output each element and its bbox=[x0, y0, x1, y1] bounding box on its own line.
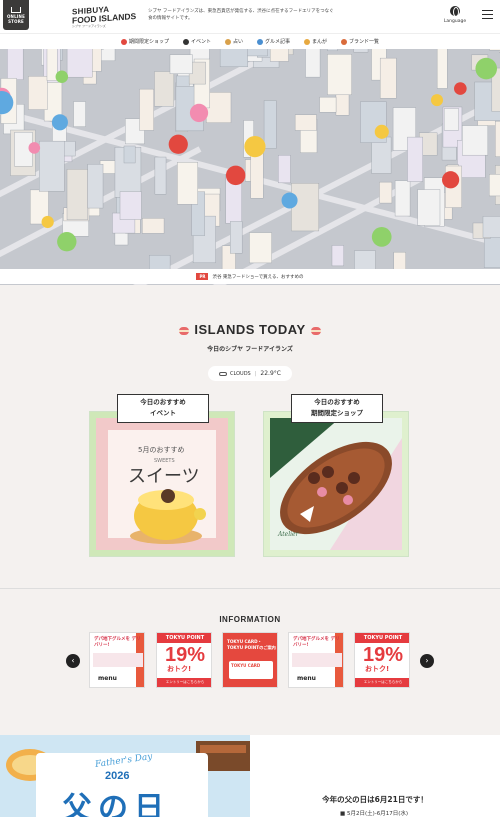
banner-heading: TOKYU POINT bbox=[157, 633, 211, 643]
nav-label: ブランド一覧 bbox=[349, 39, 380, 45]
nav-item-manga[interactable]: まんが bbox=[304, 38, 327, 45]
nav-item-brands[interactable]: ブランド一覧 bbox=[341, 38, 379, 45]
banner-footer: エントリーはこちらから bbox=[157, 678, 211, 687]
city-map-image bbox=[0, 49, 500, 285]
hero-caption-text: 渋谷 東急フードショーで買える、おすすめの bbox=[212, 274, 304, 280]
nav-label: 期間限定ショップ bbox=[128, 39, 169, 45]
recommend-card-event[interactable]: 今日のおすすめ イベント 5月のおすすめ SWEETS スイーツ bbox=[89, 394, 235, 557]
globe-icon bbox=[450, 6, 460, 17]
store-badge-line2: STORE bbox=[8, 18, 24, 24]
card-label: 今日のおすすめ イベント bbox=[117, 394, 209, 423]
gourmet-icon bbox=[257, 38, 263, 45]
online-store-badge[interactable]: ONLINE STORE bbox=[3, 0, 29, 30]
pr-tag: PR bbox=[196, 273, 209, 280]
banner-footer: エントリーはこちらから bbox=[355, 678, 409, 687]
banner-tokyu-card[interactable]: TOKYU CARD・TOKYU POINTのご案内 TOKYU CARD bbox=[222, 632, 278, 688]
banner-depa-delivery[interactable]: デパ地下グルメを デリバリー! menu bbox=[288, 632, 344, 688]
chevron-right-icon: › bbox=[425, 656, 429, 665]
sweets-month-text: 5月のおすすめ bbox=[138, 446, 184, 454]
chevron-left-icon: ‹ bbox=[71, 656, 75, 665]
carousel-prev-button[interactable]: ‹ bbox=[66, 654, 80, 668]
nav-item-fortune[interactable]: 占い bbox=[224, 38, 243, 45]
cart-icon bbox=[11, 6, 21, 13]
card-label-top: 今日のおすすめ bbox=[140, 398, 186, 406]
information-title: INFORMATION bbox=[219, 615, 281, 624]
banner-card-image: TOKYU CARD bbox=[229, 661, 273, 679]
language-button[interactable]: Language bbox=[443, 6, 467, 28]
site-logo[interactable]: SHIBUYA FOOD ISLANDS シブヤ フードアイランズ bbox=[72, 5, 142, 31]
card-label: 今日のおすすめ 期間限定ショップ bbox=[291, 394, 383, 423]
banner-logos bbox=[292, 653, 342, 667]
nav-label: まんが bbox=[312, 39, 328, 45]
fathers-day-big: 父の日 bbox=[62, 791, 170, 817]
nav-item-limited-shop[interactable]: 期間限定ショップ bbox=[120, 38, 169, 45]
section-title: ISLANDS TODAY bbox=[0, 322, 500, 337]
language-label: Language bbox=[443, 19, 467, 24]
banner-depa-delivery[interactable]: デパ地下グルメを デリバリー! menu bbox=[89, 632, 145, 688]
site-header: ONLINE STORE SHIBUYA FOOD ISLANDS シブヤ フー… bbox=[0, 0, 500, 33]
hero-city-illustration[interactable] bbox=[0, 49, 500, 285]
nav-label: 占い bbox=[232, 39, 243, 45]
shop-icon bbox=[120, 38, 127, 45]
nav-item-event[interactable]: イベント bbox=[182, 38, 211, 45]
banner-otoku: おトク! bbox=[167, 665, 192, 673]
weather-label: CLOUDS bbox=[230, 370, 251, 377]
banner-otoku: おトク! bbox=[365, 665, 390, 673]
recommend-card-limited-shop[interactable]: 今日のおすすめ 期間限定ショップ Atelier bbox=[263, 394, 409, 557]
nav-label: グルメ記事 bbox=[265, 39, 291, 45]
brands-icon bbox=[341, 38, 348, 45]
banner-logos bbox=[93, 653, 143, 667]
banner-brand: menu bbox=[297, 675, 316, 682]
card-kind: イベント bbox=[150, 409, 176, 417]
nav-label: イベント bbox=[190, 39, 211, 45]
sweets-big-text: スイーツ bbox=[128, 466, 200, 487]
islands-today-section: ISLANDS TODAY 今日のシブヤ フードアイランズ CLOUDS | 2… bbox=[0, 285, 500, 588]
atelier-text: Atelier bbox=[277, 531, 300, 538]
cloud-icon bbox=[219, 371, 228, 376]
carousel-next-button[interactable]: › bbox=[420, 654, 434, 668]
fathers-day-year: 2026 bbox=[105, 770, 130, 782]
sweets-en-text: SWEETS bbox=[154, 458, 175, 464]
banner-heading: デパ地下グルメを デリバリー! bbox=[94, 637, 141, 648]
promo-text: 今年の父の日は6月21日です！ ■ 5月2日(土)-6月17日(水) bbox=[250, 735, 500, 817]
section-subtitle: 今日のシブヤ フードアイランズ bbox=[207, 346, 293, 353]
fathers-day-image: Father's Day 2026 父の日 bbox=[0, 735, 250, 817]
banner-heading: TOKYU POINT bbox=[355, 633, 409, 643]
weather-pill: CLOUDS | 22.9°C bbox=[208, 366, 292, 381]
banner-brand: menu bbox=[98, 675, 117, 682]
macaron-icon bbox=[179, 326, 190, 335]
chocolate-tray-image: Atelier bbox=[270, 418, 402, 550]
page: ONLINE STORE SHIBUYA FOOD ISLANDS シブヤ フー… bbox=[0, 0, 500, 817]
fortune-icon bbox=[224, 38, 231, 45]
manga-icon bbox=[304, 38, 311, 45]
temperature: 22.9°C bbox=[260, 370, 281, 377]
event-icon bbox=[182, 38, 189, 45]
divider: | bbox=[254, 370, 257, 377]
hero-caption[interactable]: PR 渋谷 東急フードショーで買える、おすすめの bbox=[0, 269, 500, 284]
category-nav: 期間限定ショップ イベント 占い グルメ記事 まんが ブランド一覧 bbox=[0, 33, 500, 49]
banner-tokyu-point[interactable]: TOKYU POINT 19% おトク! エントリーはこちらから bbox=[354, 632, 410, 688]
information-section: INFORMATION ‹ › デパ地下グルメを デリバリー! menu TOK… bbox=[0, 588, 500, 735]
banner-heading: TOKYU CARD・TOKYU POINTのご案内 bbox=[227, 639, 276, 650]
nav-item-gourmet[interactable]: グルメ記事 bbox=[257, 38, 290, 45]
macaron-icon bbox=[310, 326, 321, 335]
fathers-day-promo[interactable]: Father's Day 2026 父の日 今年の父の日は6月21日です！ ■ … bbox=[0, 735, 500, 817]
promo-title: 今年の父の日は6月21日です！ bbox=[322, 795, 428, 804]
today-title-text: ISLANDS TODAY bbox=[194, 322, 306, 337]
site-tagline: シブヤ フードアイランズは、東急百貨店が発信する、渋谷に点在するフードエリアをつ… bbox=[148, 9, 334, 21]
banner-heading: デパ地下グルメを デリバリー! bbox=[293, 637, 340, 648]
promo-date: ■ 5月2日(土)-6月17日(水) bbox=[340, 811, 409, 817]
hamburger-menu-icon[interactable] bbox=[482, 10, 493, 20]
card-kind: 期間限定ショップ bbox=[311, 409, 363, 417]
banner-tokyu-point[interactable]: TOKYU POINT 19% おトク! エントリーはこちらから bbox=[156, 632, 212, 688]
sweets-image: 5月のおすすめ SWEETS スイーツ bbox=[96, 418, 228, 550]
card-label-top: 今日のおすすめ bbox=[314, 398, 360, 406]
